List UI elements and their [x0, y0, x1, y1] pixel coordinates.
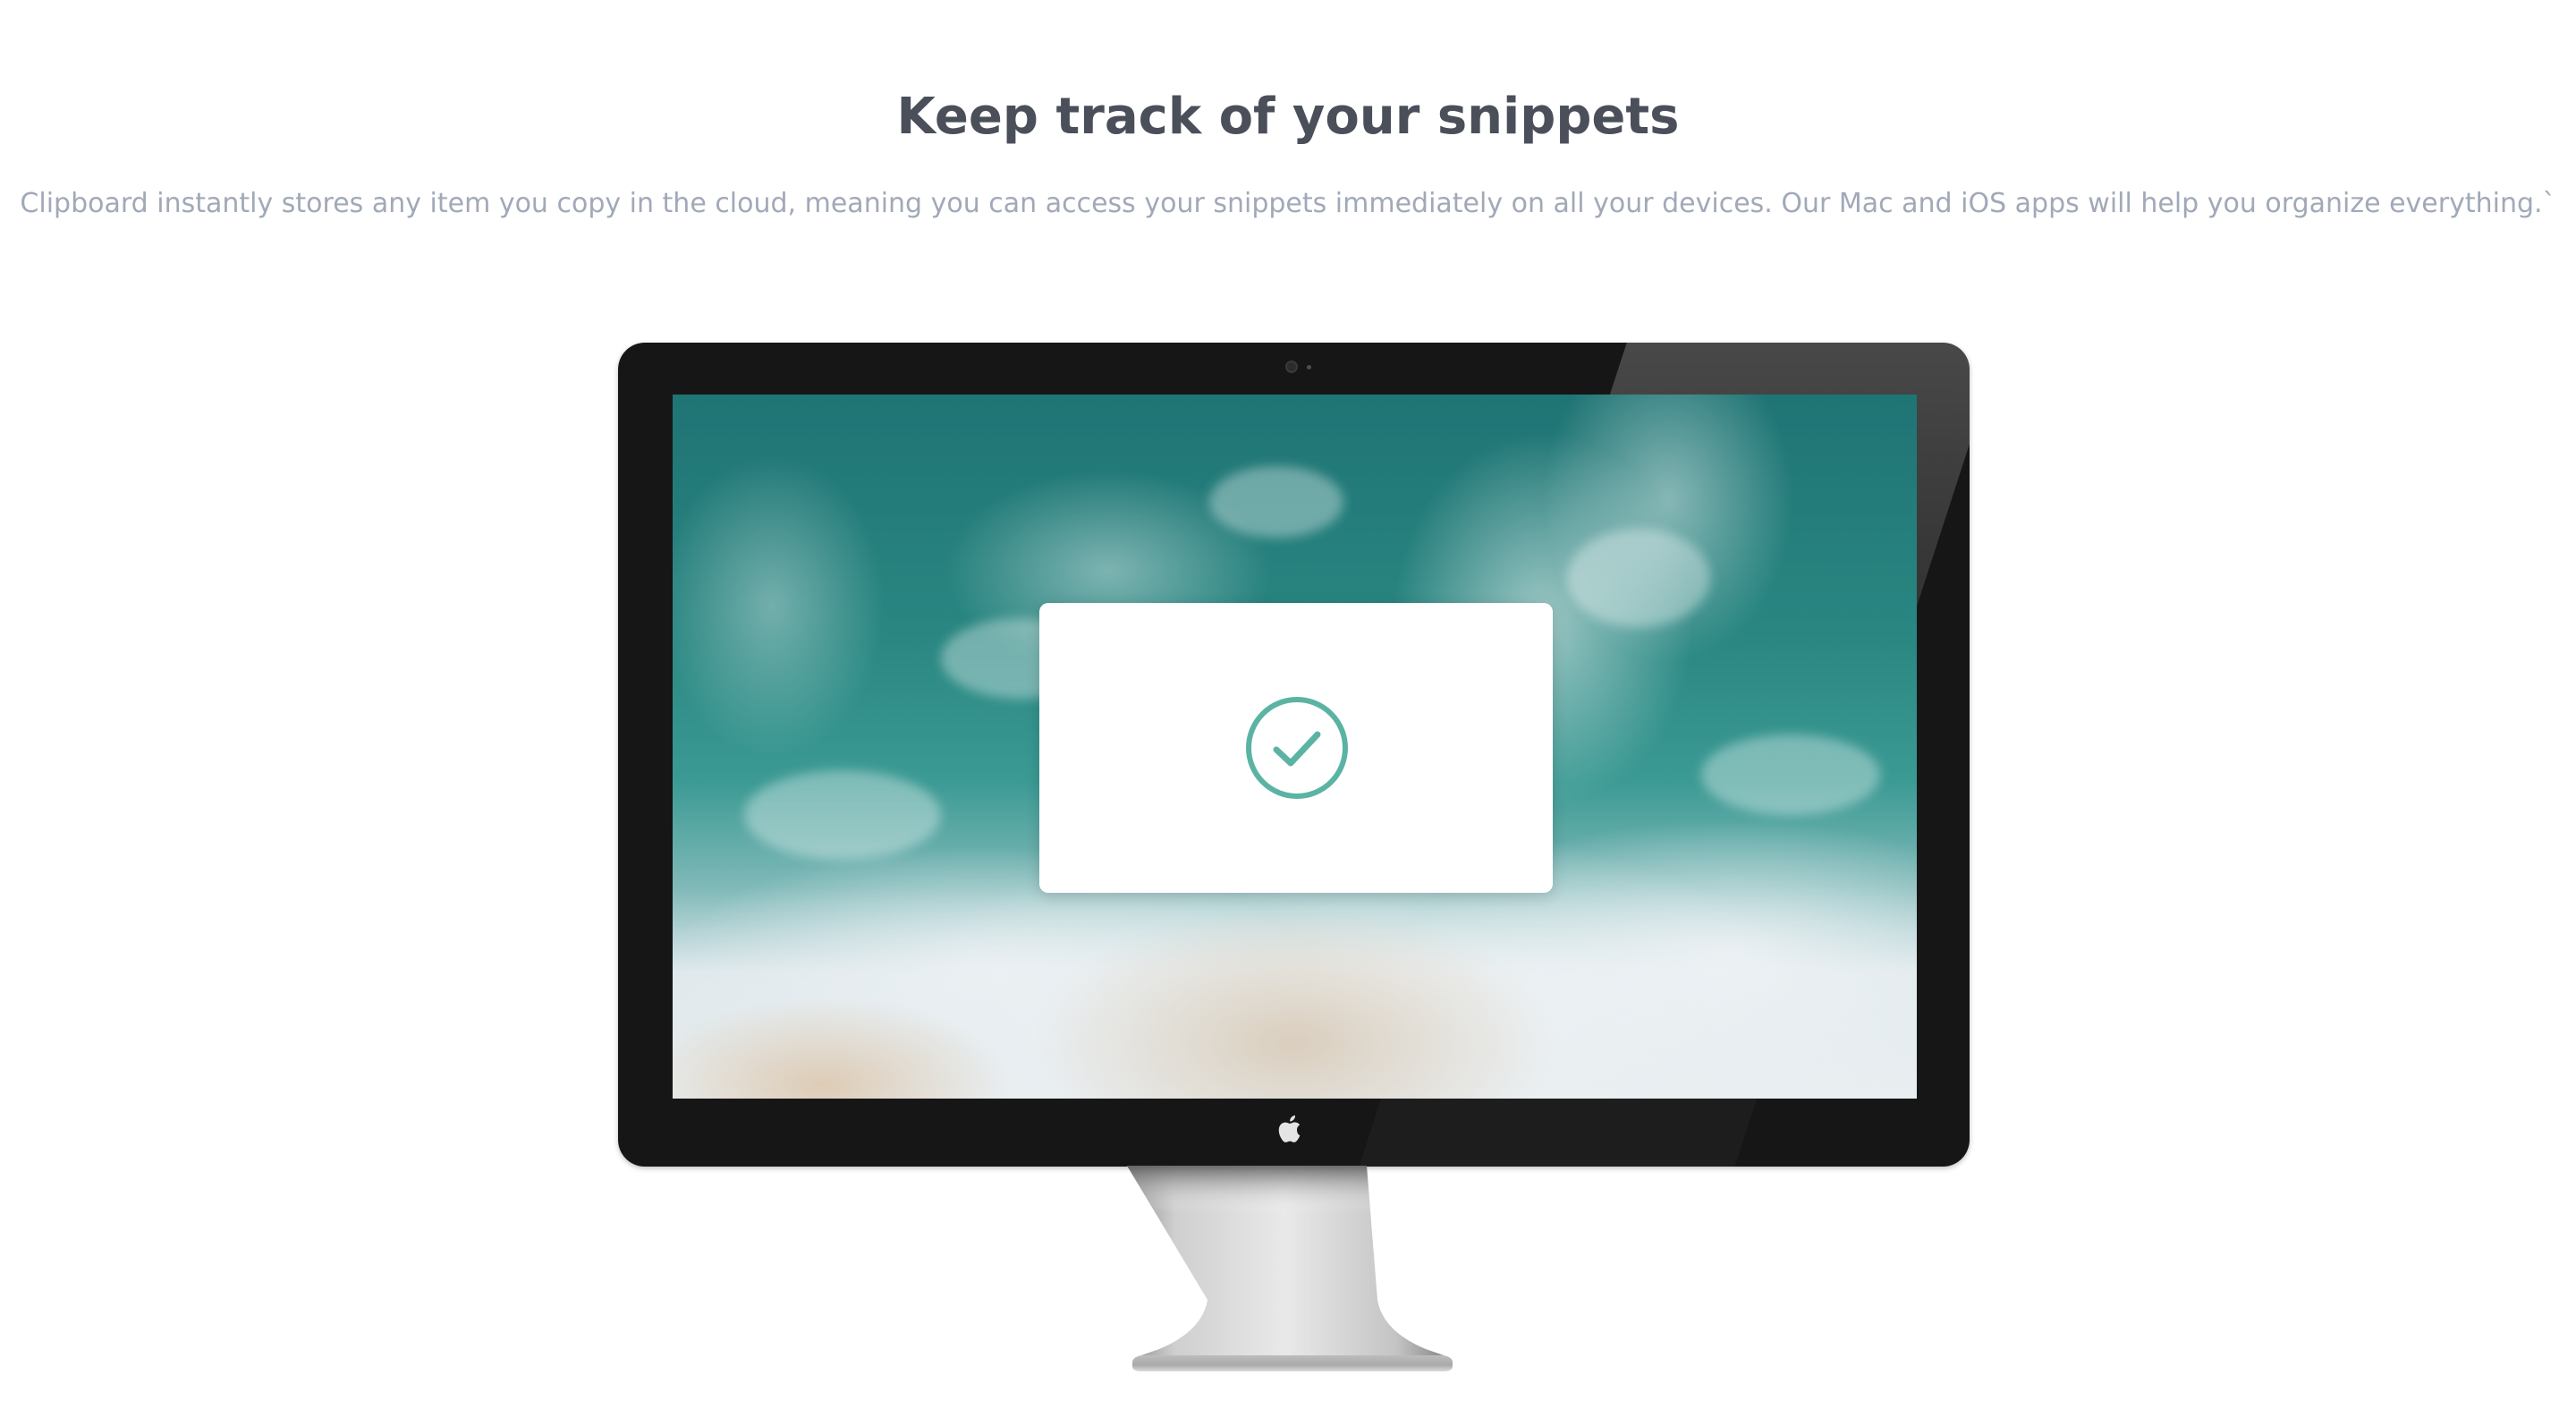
camera-sensor	[1307, 365, 1311, 369]
section-description: Clipboard instantly stores any item you …	[20, 188, 2556, 219]
monitor-illustration	[618, 343, 1970, 1167]
wave-foam	[744, 770, 941, 860]
wave-foam	[1567, 529, 1710, 627]
wave-foam	[1701, 734, 1880, 815]
check-circle-icon	[1246, 697, 1348, 799]
feature-section: Keep track of your snippets Clipboard in…	[0, 0, 2576, 1409]
apple-logo-icon	[1278, 1115, 1301, 1142]
wave-foam	[1209, 466, 1343, 538]
section-title: Keep track of your snippets	[896, 88, 1680, 146]
monitor-screen	[673, 395, 1917, 1099]
camera-icon	[1285, 361, 1298, 373]
monitor-stand	[1127, 1166, 1453, 1371]
success-dialog	[1039, 603, 1553, 893]
